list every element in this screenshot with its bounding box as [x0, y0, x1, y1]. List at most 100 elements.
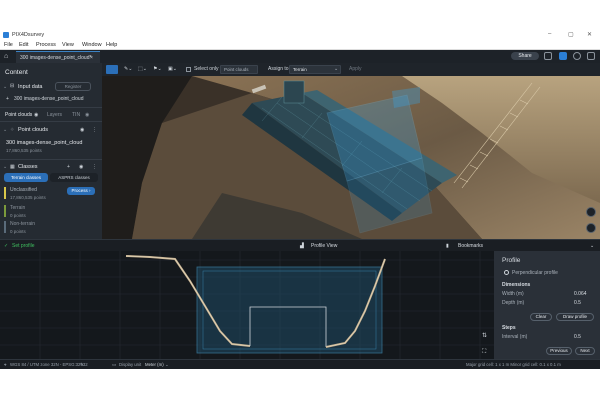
- dimensions-title: Dimensions: [502, 282, 531, 288]
- select-tool-icon[interactable]: [106, 65, 118, 74]
- crs-label[interactable]: WGS 84 / UTM zone 32N - EPSG:32632: [10, 362, 88, 367]
- display-unit-label: Display unit: [119, 362, 142, 367]
- tab-layers[interactable]: Layers: [47, 112, 62, 118]
- edit-crs-icon[interactable]: ✎: [80, 362, 84, 368]
- classes-more-icon[interactable]: ⋮: [92, 164, 97, 170]
- maximize-icon[interactable]: ▢: [568, 31, 574, 38]
- close-window-icon[interactable]: ✕: [587, 31, 592, 38]
- depth-value[interactable]: 0.5: [574, 300, 581, 306]
- depth-label: Depth (m): [502, 300, 525, 306]
- grid-info: Major grid cell: 1 x 1 m Minor grid cell…: [466, 362, 561, 367]
- class-color-non-terrain: [4, 221, 6, 233]
- brush-tool-icon[interactable]: ✎⌄: [124, 66, 132, 72]
- expand-classes-icon[interactable]: ⌄: [3, 164, 7, 170]
- clear-button[interactable]: Clear: [530, 313, 552, 321]
- layout-icon[interactable]: [544, 52, 552, 60]
- point-cloud-name[interactable]: 300 images-dense_point_cloud: [6, 140, 82, 146]
- tab-project-label: 300 images-dense_point_cloud*: [20, 55, 92, 61]
- eye-icon[interactable]: ◉: [34, 112, 38, 118]
- collapse-panel-icon[interactable]: ⌄: [590, 243, 594, 249]
- process-label: Process: [71, 188, 88, 193]
- point-clouds-more-icon[interactable]: ⋮: [92, 127, 97, 133]
- set-profile-status: Set profile: [12, 243, 35, 249]
- globe-icon[interactable]: [573, 52, 581, 60]
- expand-input-data-icon[interactable]: ⌄: [3, 84, 7, 90]
- tab-project[interactable]: 300 images-dense_point_cloud* ×: [16, 51, 100, 63]
- assign-to-label: Assign to: [268, 66, 289, 72]
- draw-profile-button[interactable]: Draw profile: [556, 313, 594, 321]
- profile-panel: Profile Perpendicular profile Dimensions…: [494, 251, 600, 359]
- menu-window[interactable]: Window: [82, 42, 102, 48]
- perpendicular-radio[interactable]: [504, 270, 509, 275]
- input-data-item[interactable]: 300 images-dense_point_cloud: [14, 96, 84, 102]
- tab-point-clouds[interactable]: Point clouds: [5, 112, 32, 118]
- classes-icon: ▦: [10, 164, 15, 170]
- classes-visibility-icon[interactable]: ◉: [79, 164, 83, 170]
- classes-add-icon[interactable]: +: [67, 164, 70, 170]
- tab-bookmarks[interactable]: Bookmarks: [458, 243, 483, 249]
- process-button[interactable]: Process ›: [67, 187, 95, 195]
- class-unclassified[interactable]: Unclassified: [10, 187, 37, 193]
- select-only-checkbox[interactable]: [186, 67, 191, 72]
- interval-value[interactable]: 0.5: [574, 334, 581, 340]
- lasso-tool-icon[interactable]: ⬚⌄: [138, 66, 147, 72]
- tab-tin[interactable]: TIN: [72, 112, 80, 118]
- input-data-label: Input data: [18, 84, 43, 90]
- next-button[interactable]: Next: [575, 347, 595, 355]
- tab-terrain-classes[interactable]: Terrain classes: [4, 173, 48, 182]
- input-item-icon: +: [6, 96, 9, 102]
- width-label: Width (m): [502, 291, 524, 297]
- divider: [0, 159, 102, 160]
- tab-bar: ⌂ 300 images-dense_point_cloud* × Share: [0, 50, 600, 63]
- menu-file[interactable]: File: [4, 42, 13, 48]
- divider: [0, 121, 102, 122]
- swap-axis-icon[interactable]: [478, 331, 490, 341]
- perpendicular-label: Perpendicular profile: [512, 270, 558, 276]
- width-value[interactable]: 0.064: [574, 291, 587, 297]
- interval-label: Interval (m): [502, 334, 528, 340]
- tab-profile-view[interactable]: Profile View: [311, 243, 337, 249]
- box-tool-icon[interactable]: ▣⌄: [168, 66, 177, 72]
- settings-icon[interactable]: [587, 52, 595, 60]
- point-clouds-select[interactable]: Point clouds: [220, 65, 258, 74]
- point-clouds-visibility-icon[interactable]: ◉: [80, 127, 84, 133]
- tab-close-icon[interactable]: ×: [90, 55, 93, 61]
- menu-edit[interactable]: Edit: [19, 42, 28, 48]
- register-button[interactable]: Register: [55, 82, 91, 91]
- expand-point-clouds-icon[interactable]: ⌄: [3, 127, 7, 133]
- view-camera-icon[interactable]: [586, 207, 596, 217]
- profile-canvas[interactable]: ⇅ ⛶: [0, 251, 494, 359]
- status-check-icon: ✓: [4, 243, 9, 249]
- minimize-icon[interactable]: –: [548, 31, 551, 37]
- display-unit-select[interactable]: Meter (m): [145, 362, 164, 367]
- view-layers-icon[interactable]: [586, 223, 596, 233]
- menu-view[interactable]: View: [62, 42, 74, 48]
- share-label: Share: [518, 53, 532, 59]
- profile-header: ✓ Set profile ▟ Profile View ▮ Bookmarks…: [0, 239, 600, 251]
- tin-visibility-icon[interactable]: ◉: [85, 112, 89, 118]
- 3d-viewport[interactable]: ✎⌄ ⬚⌄ ⚑⌄ ▣⌄ Select only Point clouds Ass…: [102, 63, 600, 239]
- input-data-icon: ⊟: [10, 83, 15, 89]
- class-non-terrain[interactable]: Non-terrain: [10, 221, 35, 227]
- view-mode-icon[interactable]: [559, 52, 567, 60]
- bookmark-icon: ▮: [446, 243, 449, 249]
- marker-tool-icon[interactable]: ⚑⌄: [153, 66, 162, 72]
- apply-button[interactable]: Apply: [349, 66, 362, 72]
- title-bar: PIX4Dsurvey – ▢ ✕: [0, 30, 600, 41]
- class-unclassified-count: 17,860,535 points: [10, 195, 46, 200]
- fit-view-icon[interactable]: [478, 347, 490, 357]
- home-icon[interactable]: ⌂: [4, 53, 12, 60]
- dropdown-chevron-icon: ⌄: [334, 66, 339, 72]
- menu-process[interactable]: Process: [36, 42, 56, 48]
- point-cloud-icon: ⁘: [10, 127, 15, 133]
- previous-button[interactable]: Previous: [546, 347, 572, 355]
- display-unit-icon: ▭: [112, 362, 117, 367]
- class-terrain[interactable]: Terrain: [10, 205, 25, 211]
- content-panel: Content ⌄ ⊟ Input data Register + 300 im…: [0, 63, 102, 239]
- point-cloud-count: 17,860,535 points: [6, 148, 42, 153]
- viewport-toolbar: ✎⌄ ⬚⌄ ⚑⌄ ▣⌄ Select only Point clouds Ass…: [102, 63, 600, 76]
- menu-help[interactable]: Help: [106, 42, 117, 48]
- share-button[interactable]: Share: [511, 52, 539, 60]
- profile-title: Profile: [502, 257, 521, 264]
- tab-asprs-classes[interactable]: ASPRS classes: [50, 173, 98, 182]
